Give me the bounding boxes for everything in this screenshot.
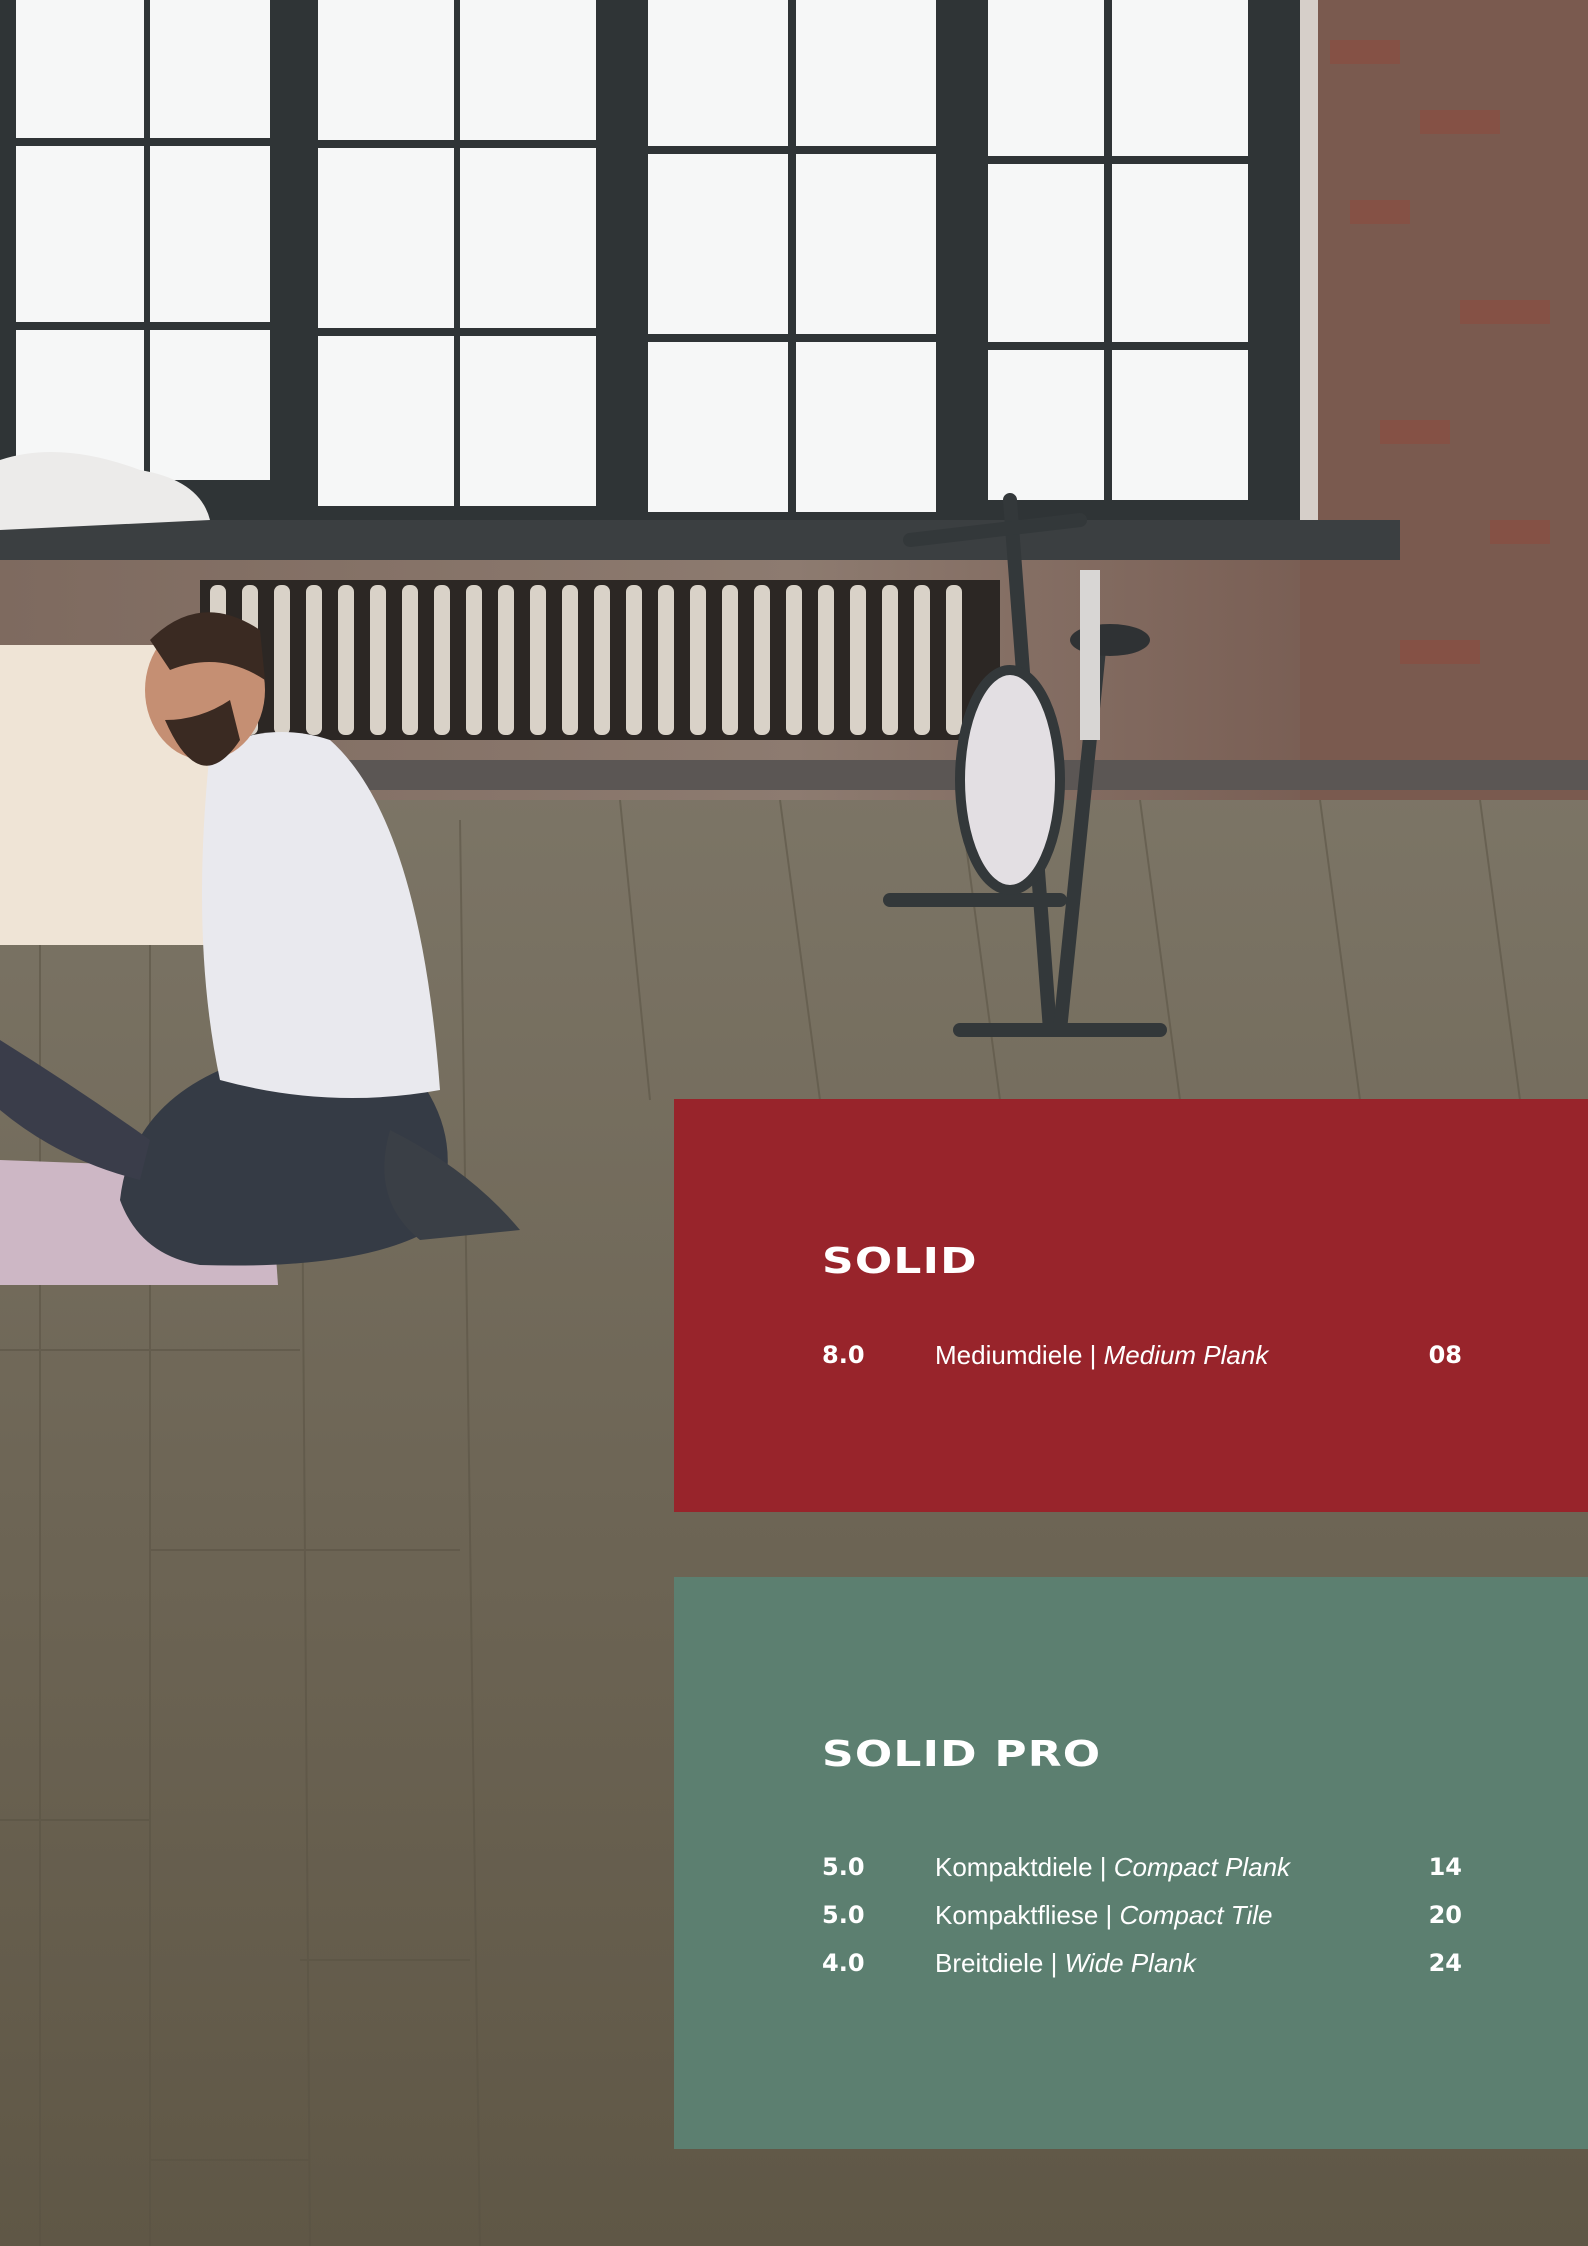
solid-pro-title: SOLID PRO <box>822 1734 1102 1775</box>
name-en: Wide Plank <box>1064 1948 1196 1978</box>
page-number: 20 <box>1428 1901 1462 1929</box>
list-item[interactable]: 5.0 Kompaktdiele | Compact Plank 14 <box>822 1843 1462 1891</box>
name-de: Breitdiele <box>935 1948 1044 1978</box>
solid-panel: SOLID 8.0 Mediumdiele | Medium Plank 08 <box>674 1099 1588 1512</box>
page-number: 14 <box>1428 1853 1462 1881</box>
thickness: 4.0 <box>822 1949 865 1977</box>
solid-title: SOLID <box>822 1241 978 1282</box>
list-item[interactable]: 5.0 Kompaktfliese | Compact Tile 20 <box>822 1891 1462 1939</box>
solid-list: 8.0 Mediumdiele | Medium Plank 08 <box>822 1331 1462 1379</box>
separator: | <box>1082 1340 1104 1370</box>
page-number: 08 <box>1428 1341 1462 1369</box>
thickness: 5.0 <box>822 1853 865 1881</box>
name-de: Kompaktdiele <box>935 1852 1093 1882</box>
name-en: Compact Tile <box>1119 1900 1273 1930</box>
name-de: Kompaktfliese <box>935 1900 1099 1930</box>
solid-pro-list: 5.0 Kompaktdiele | Compact Plank 14 5.0 … <box>822 1843 1462 1987</box>
product-name: Mediumdiele | Medium Plank <box>935 1331 1268 1379</box>
name-en: Compact Plank <box>1113 1852 1291 1882</box>
list-item[interactable]: 8.0 Mediumdiele | Medium Plank 08 <box>822 1331 1462 1379</box>
separator: | <box>1092 1852 1114 1882</box>
thickness: 5.0 <box>822 1901 865 1929</box>
product-name: Breitdiele | Wide Plank <box>935 1939 1196 1987</box>
product-name: Kompaktfliese | Compact Tile <box>935 1891 1272 1939</box>
list-item[interactable]: 4.0 Breitdiele | Wide Plank 24 <box>822 1939 1462 1987</box>
thickness: 8.0 <box>822 1341 865 1369</box>
solid-pro-panel: SOLID PRO 5.0 Kompaktdiele | Compact Pla… <box>674 1577 1588 2149</box>
name-en: Medium Plank <box>1103 1340 1269 1370</box>
page-number: 24 <box>1428 1949 1462 1977</box>
product-name: Kompaktdiele | Compact Plank <box>935 1843 1290 1891</box>
name-de: Mediumdiele <box>935 1340 1083 1370</box>
separator: | <box>1043 1948 1065 1978</box>
separator: | <box>1098 1900 1120 1930</box>
